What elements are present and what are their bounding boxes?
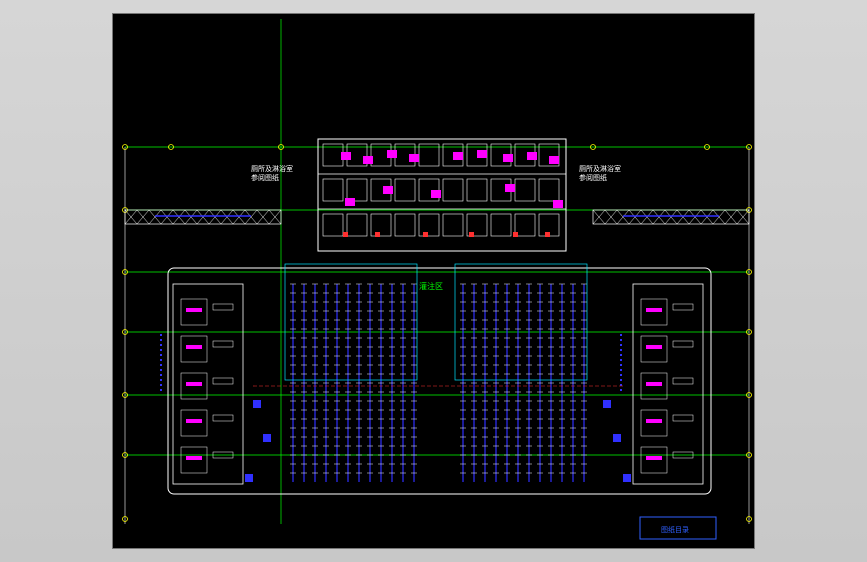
fixture-magenta [503, 154, 513, 162]
storage-racks [253, 263, 623, 482]
main-hall-plan [160, 263, 712, 495]
wing-bench [212, 377, 234, 385]
room-cell [322, 213, 344, 237]
wing-bench [672, 377, 694, 385]
right-wing-rooms [620, 283, 704, 485]
fixture-magenta [409, 154, 419, 162]
fixture-blue [253, 400, 261, 408]
fixture-blue [603, 400, 611, 408]
rack-zone-border [284, 263, 418, 381]
wing-bench [212, 340, 234, 348]
room-cell [442, 178, 464, 202]
left-note-text: 厕所及淋浴室 [251, 164, 293, 173]
rack-zone-border [454, 263, 588, 381]
title-box: 图纸目录 [639, 516, 717, 540]
room-cell [490, 213, 512, 237]
cad-drawing: 厕所及淋浴室 参阅图纸 厕所及淋浴室 参阅图纸 灌注区 图纸目录 [122, 19, 752, 540]
roof-truss-strips [124, 209, 750, 225]
cad-canvas[interactable]: 厕所及淋浴室 参阅图纸 厕所及淋浴室 参阅图纸 灌注区 图纸目录 [112, 13, 755, 549]
fixture-red [545, 232, 550, 237]
fixture-magenta [383, 186, 393, 194]
top-building-plan [317, 138, 567, 252]
fixture-blue [263, 434, 271, 442]
room-cell [394, 213, 416, 237]
fixture-magenta [477, 150, 487, 158]
room-cell [346, 178, 368, 202]
fixture-magenta [549, 156, 559, 164]
fixture-red [513, 232, 518, 237]
fixture-magenta [527, 152, 537, 160]
top-building-fixtures [341, 150, 563, 237]
fixture-magenta [345, 198, 355, 206]
fixture-magenta [453, 152, 463, 160]
room-cell [322, 178, 344, 202]
right-note-text-2: 参阅图纸 [579, 173, 607, 182]
room-cell [466, 178, 488, 202]
wing-label-magenta [646, 345, 662, 349]
fixture-magenta [363, 156, 373, 164]
fixture-magenta [387, 150, 397, 158]
grid-axis-lines [124, 19, 750, 524]
wing-label-magenta [186, 308, 202, 312]
wing-label-magenta [646, 456, 662, 460]
room-cell [346, 213, 368, 237]
room-cell [442, 213, 464, 237]
right-note-text: 厕所及淋浴室 [579, 164, 621, 173]
wing-bench [212, 303, 234, 311]
wing-bench [212, 414, 234, 422]
viewport: 厕所及淋浴室 参阅图纸 厕所及淋浴室 参阅图纸 灌注区 图纸目录 [0, 0, 867, 562]
fixture-blue [245, 474, 253, 482]
fixture-blue [623, 474, 631, 482]
room-cell [418, 213, 440, 237]
fixture-magenta [341, 152, 351, 160]
wing-bench [672, 303, 694, 311]
fixture-red [343, 232, 348, 237]
room-cell [370, 213, 392, 237]
fixture-red [375, 232, 380, 237]
wing-label-magenta [646, 308, 662, 312]
fixture-red [469, 232, 474, 237]
center-zone-label: 灌注区 [419, 281, 443, 291]
wing-label-magenta [646, 382, 662, 386]
title-box-text: 图纸目录 [661, 525, 689, 534]
fixture-magenta [431, 190, 441, 198]
left-note-text-2: 参阅图纸 [251, 173, 279, 182]
wing-bench [672, 340, 694, 348]
room-cell [514, 178, 536, 202]
left-wing-rooms [160, 283, 244, 485]
wing-label-magenta [186, 382, 202, 386]
wing-label-magenta [186, 419, 202, 423]
room-cell [394, 178, 416, 202]
wing-bench [672, 414, 694, 422]
wing-label-magenta [186, 456, 202, 460]
wing-label-magenta [186, 345, 202, 349]
fixture-red [423, 232, 428, 237]
fixture-magenta [553, 200, 563, 208]
fixture-magenta [505, 184, 515, 192]
fixture-blue [613, 434, 621, 442]
room-cell [538, 178, 560, 202]
wing-label-magenta [646, 419, 662, 423]
